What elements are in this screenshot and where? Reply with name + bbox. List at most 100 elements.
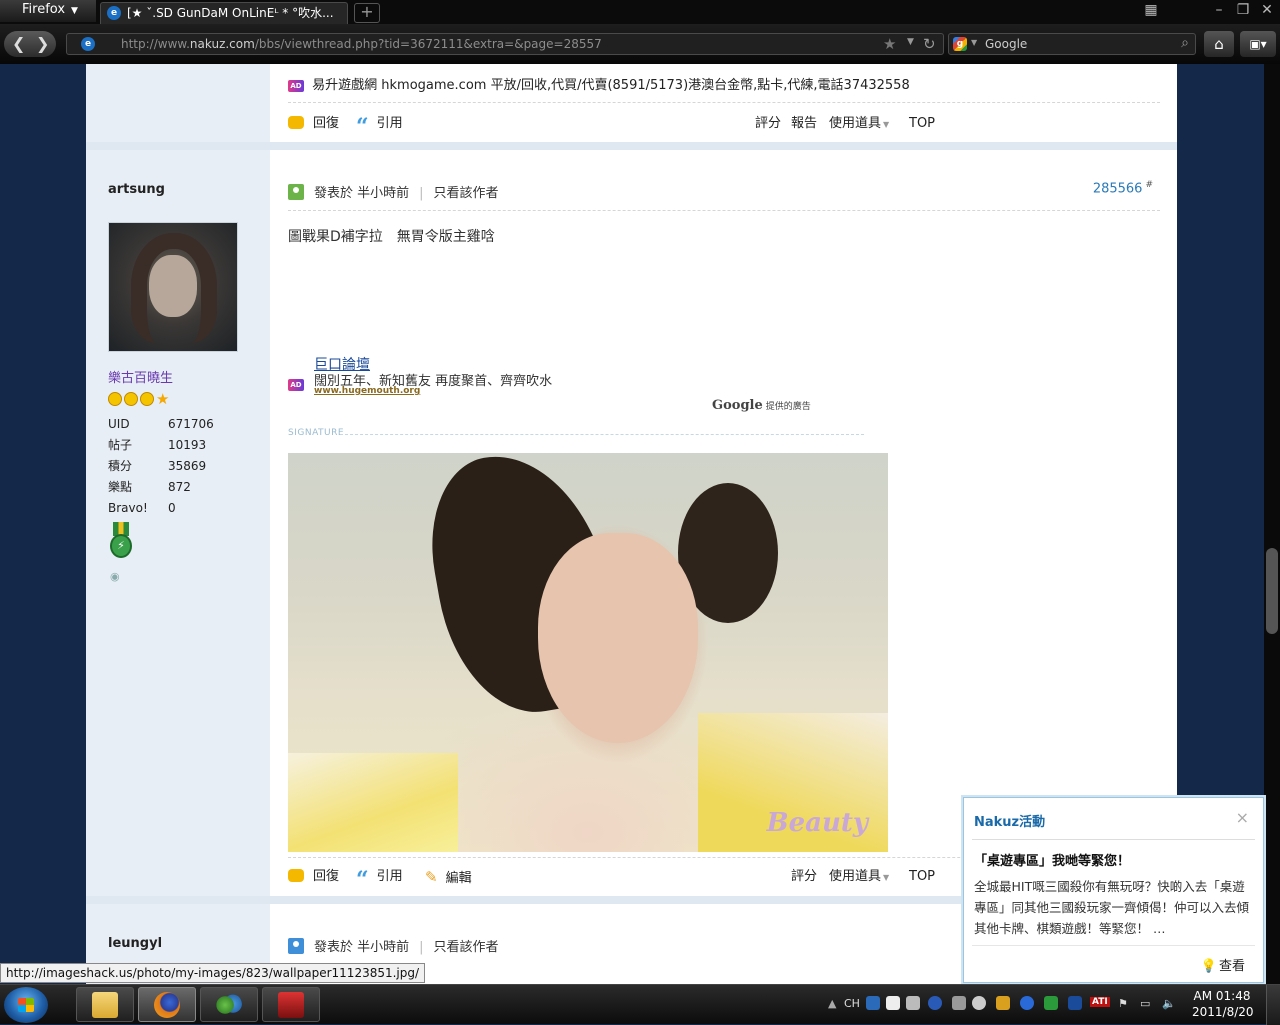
firefox-menu-button[interactable]: Firefox ▼ xyxy=(0,0,96,22)
tools-label: 使用道具 xyxy=(829,116,882,131)
ime-mode-icon[interactable] xyxy=(886,996,900,1010)
wand-icon[interactable] xyxy=(996,996,1010,1010)
minimize-button[interactable]: – xyxy=(1208,2,1230,18)
google-logo: Google xyxy=(712,398,763,413)
stat-value: 35869 xyxy=(168,459,207,473)
rate-link[interactable]: 評分 xyxy=(791,867,817,887)
chat-icon[interactable] xyxy=(1044,996,1058,1010)
report-link[interactable]: 報告 xyxy=(791,114,817,134)
search-input[interactable]: Google xyxy=(985,36,1027,52)
firefox-icon xyxy=(154,992,180,1018)
firefox-menu-label: Firefox xyxy=(22,2,66,17)
ime-options-icon[interactable] xyxy=(952,996,966,1010)
top-link[interactable]: TOP xyxy=(909,114,935,134)
antivirus-icon[interactable] xyxy=(1068,996,1082,1010)
top-link[interactable]: TOP xyxy=(909,867,935,887)
view-button[interactable]: 💡 查看 xyxy=(1201,955,1245,974)
notification-headline[interactable]: 「桌遊專區」我哋等緊您！ xyxy=(974,850,1130,869)
avatar[interactable] xyxy=(108,222,238,352)
scrollbar-thumb[interactable] xyxy=(1266,548,1278,634)
restore-button[interactable]: ❐ xyxy=(1232,2,1254,18)
taskbar-firefox[interactable] xyxy=(138,987,196,1022)
google-ad-url[interactable]: www.hugemouth.org xyxy=(314,386,420,396)
view-label: 查看 xyxy=(1218,959,1245,974)
page-scrollbar[interactable] xyxy=(1264,64,1280,984)
online-status-icon: ◉ xyxy=(110,570,120,583)
back-button[interactable]: ❮ xyxy=(12,31,25,57)
quote-icon: “ xyxy=(356,867,369,893)
show-desktop-button[interactable] xyxy=(1266,985,1280,1025)
close-window-button[interactable]: ✕ xyxy=(1256,2,1278,18)
site-identity-icon[interactable]: e xyxy=(81,37,95,51)
close-icon[interactable]: × xyxy=(1236,808,1249,827)
engine-dropdown-icon[interactable]: ▼ xyxy=(971,38,977,47)
divider xyxy=(288,210,1160,211)
text-ad[interactable]: AD 易升遊戲網 hkmogame.com 平放/回收,代買/代賣(8591/5… xyxy=(288,74,910,93)
edit-label: 編輯 xyxy=(445,871,472,886)
status-bar-link-preview: http://imageshack.us/photo/my-images/823… xyxy=(0,963,426,983)
tab-current[interactable]: e [★ ˇ.SD GunDaM OnLinEᴸ * °吹水... xyxy=(100,2,348,24)
author-username[interactable]: leungyl xyxy=(108,936,162,951)
home-button[interactable]: ⌂ xyxy=(1204,31,1234,57)
taskbar-messenger[interactable] xyxy=(200,987,258,1022)
stat-value: 872 xyxy=(168,480,191,494)
new-tab-button[interactable]: + xyxy=(354,3,380,23)
lightning-icon[interactable] xyxy=(1020,996,1034,1010)
post-floor-number[interactable]: 285566 # xyxy=(1093,180,1153,196)
search-icon[interactable]: ⌕ xyxy=(1181,35,1189,51)
taskbar-game[interactable] xyxy=(262,987,320,1022)
bookmark-star-icon[interactable]: ★ xyxy=(883,35,896,53)
author-username[interactable]: artsung xyxy=(108,182,165,197)
ime-icon[interactable] xyxy=(866,996,880,1010)
quote-button[interactable]: “ 引用 xyxy=(356,114,403,138)
quote-button[interactable]: “ 引用 xyxy=(356,867,403,893)
google-engine-icon[interactable]: g xyxy=(953,37,967,51)
tools-menu[interactable]: 使用道具 ▼ xyxy=(829,867,889,888)
volume-icon[interactable]: 🔈 xyxy=(1162,997,1176,1010)
notification-body: 全城最HIT嘅三國殺你有無玩呀？快啲入去「桌遊專區」同其他三國殺玩家一齊傾偈！仲… xyxy=(974,879,1250,936)
ati-icon[interactable]: ATI xyxy=(1090,997,1110,1007)
tools-menu[interactable]: 使用道具 ▼ xyxy=(829,114,889,135)
start-button[interactable] xyxy=(4,987,48,1023)
search-bar[interactable]: g ▼ Google ⌕ xyxy=(948,33,1196,55)
ime-pad-icon[interactable] xyxy=(906,996,920,1010)
stat-key: 積分 xyxy=(108,459,133,473)
floor-mark: # xyxy=(1145,180,1153,190)
reply-button[interactable]: 回復 xyxy=(288,114,339,134)
stat-key: 樂點 xyxy=(108,480,133,494)
medal-icon[interactable]: ⚡ xyxy=(110,522,132,560)
user-info-icon[interactable] xyxy=(288,938,304,954)
post-time: 發表於 半小時前 xyxy=(314,940,410,955)
only-author-link[interactable]: 只看該作者 xyxy=(434,186,499,201)
user-info-icon[interactable] xyxy=(288,184,304,200)
tab-groups-icon[interactable]: ▦ xyxy=(1140,2,1162,18)
meta-separator: | xyxy=(419,186,424,201)
stat-bravo: Bravo! 0 xyxy=(108,498,214,519)
tray-overflow-icon[interactable]: ▲ xyxy=(828,997,836,1010)
url-history-dropdown-icon[interactable]: ▼ xyxy=(907,37,914,47)
image-watermark: Beauty xyxy=(766,808,868,838)
post-meta: 發表於 半小時前 | 只看該作者 xyxy=(288,936,499,955)
user-stats: UID 671706 帖子 10193 積分 35869 樂點 872 Bravo! 0 xyxy=(108,414,214,519)
language-indicator[interactable]: CH xyxy=(844,997,860,1010)
google-ads-attribution[interactable]: Google 提供的廣告 xyxy=(712,398,811,413)
url-bar[interactable]: e http://www.nakuz.com/bbs/viewthread.ph… xyxy=(66,33,944,55)
taskbar-explorer[interactable] xyxy=(76,987,134,1022)
system-clock[interactable]: AM 01:48 2011/8/20 xyxy=(1192,988,1254,1020)
url-text[interactable]: http://www.nakuz.com/bbs/viewthread.php?… xyxy=(121,36,602,52)
bookmarks-menu-button[interactable]: ▣▾ xyxy=(1240,31,1276,57)
reply-button[interactable]: 回復 xyxy=(288,867,339,887)
star-icon: ★ xyxy=(156,390,171,408)
forward-button[interactable]: ❯ xyxy=(36,31,49,57)
edit-button[interactable]: ✎ 編輯 xyxy=(425,867,472,889)
rate-link[interactable]: 評分 xyxy=(755,114,781,134)
steam-icon[interactable] xyxy=(972,996,986,1010)
network-icon[interactable]: ▭ xyxy=(1140,997,1150,1010)
help-icon[interactable] xyxy=(928,996,942,1010)
only-author-link[interactable]: 只看該作者 xyxy=(434,940,499,955)
signature-image[interactable]: Beauty xyxy=(288,453,888,852)
action-center-flag-icon[interactable]: ⚑ xyxy=(1118,997,1128,1010)
post-content: 圖戰果D補字拉 無胃令版主雞唅 xyxy=(288,229,495,245)
reload-icon[interactable]: ↻ xyxy=(923,35,936,53)
ad-text[interactable]: 易升遊戲網 hkmogame.com 平放/回收,代買/代賣(8591/5173… xyxy=(312,78,910,93)
